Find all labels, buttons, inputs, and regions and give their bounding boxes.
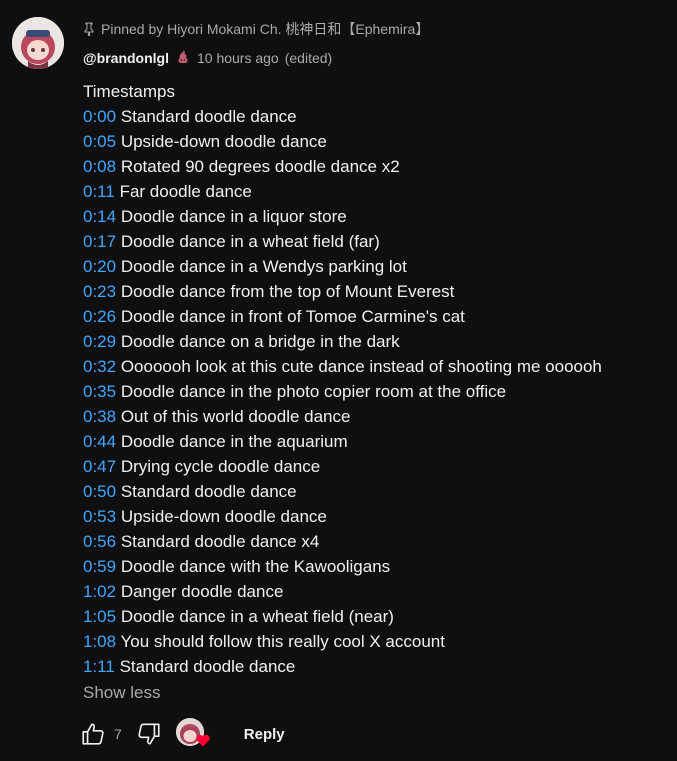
timestamp-list: 0:00 Standard doodle dance 0:05 Upside-do… [83,104,602,679]
timestamp-link[interactable]: 0:59 [83,557,116,576]
comment-time[interactable]: 10 hours ago [197,50,279,66]
timestamp-line: 0:35 Doodle dance in the photo copier ro… [83,379,602,404]
timestamp-link[interactable]: 1:11 [83,657,115,676]
thumbs-up-icon [82,723,104,745]
timestamp-link[interactable]: 0:50 [83,482,116,501]
timestamp-line: 0:53 Upside-down doodle dance [83,504,602,529]
timestamp-link[interactable]: 0:11 [83,182,115,201]
timestamp-line: 0:38 Out of this world doodle dance [83,404,602,429]
show-less-button[interactable]: Show less [83,683,160,703]
like-button[interactable] [78,719,108,749]
timestamp-line: 0:29 Doodle dance on a bridge in the dar… [83,329,602,354]
timestamp-line: 0:23 Doodle dance from the top of Mount … [83,279,602,304]
timestamp-description: Doodle dance in a wheat field (near) [120,607,394,626]
timestamp-description: Upside-down doodle dance [120,132,327,151]
timestamp-line: 0:08 Rotated 90 degrees doodle dance x2 [83,154,602,179]
timestamp-description: Standard doodle dance [119,657,296,676]
dislike-button[interactable] [134,719,164,749]
timestamp-description: Doodle dance on a bridge in the dark [120,332,400,351]
timestamp-description: Standard doodle dance [120,107,297,126]
comment-actions: 7 Reply [78,716,289,752]
timestamp-line: 0:47 Drying cycle doodle dance [83,454,602,479]
timestamp-link[interactable]: 0:29 [83,332,116,351]
thumbs-down-icon [138,723,160,745]
timestamp-link[interactable]: 1:05 [83,607,116,626]
timestamp-link[interactable]: 0:14 [83,207,116,226]
timestamp-line: 0:44 Doodle dance in the aquarium [83,429,602,454]
timestamp-line: 0:20 Doodle dance in a Wendys parking lo… [83,254,602,279]
timestamp-description: Doodle dance in front of Tomoe Carmine's… [120,307,465,326]
timestamp-link[interactable]: 1:02 [83,582,116,601]
timestamp-link[interactable]: 0:53 [83,507,116,526]
member-badge-icon [175,50,191,66]
heart-icon [196,734,210,752]
timestamp-description: Doodle dance from the top of Mount Evere… [120,282,455,301]
timestamp-description: Drying cycle doodle dance [120,457,321,476]
timestamp-description: Out of this world doodle dance [120,407,351,426]
author-handle[interactable]: @brandonlgl [83,50,169,66]
timestamp-line: 0:26 Doodle dance in front of Tomoe Carm… [83,304,602,329]
timestamp-link[interactable]: 0:35 [83,382,116,401]
timestamp-line: 1:05 Doodle dance in a wheat field (near… [83,604,602,629]
pinned-text: Pinned by Hiyori Mokami Ch. 桃神日和【Ephemir… [101,21,430,37]
timestamp-link[interactable]: 0:20 [83,257,116,276]
timestamp-description: You should follow this really cool X acc… [120,632,445,651]
timestamp-line: 1:02 Danger doodle dance [83,579,602,604]
timestamp-line: 0:59 Doodle dance with the Kawooligans [83,554,602,579]
timestamp-line: 0:00 Standard doodle dance [83,104,602,129]
pinned-indicator: Pinned by Hiyori Mokami Ch. 桃神日和【Ephemir… [83,19,429,39]
timestamp-link[interactable]: 1:08 [83,632,116,651]
timestamp-link[interactable]: 0:08 [83,157,116,176]
timestamp-description: Ooooooh look at this cute dance instead … [120,357,602,376]
timestamp-link[interactable]: 0:44 [83,432,116,451]
comment-intro: Timestamps [83,82,175,101]
timestamp-description: Doodle dance in a Wendys parking lot [120,257,407,276]
timestamp-description: Standard doodle dance [120,482,297,501]
comment-header: @brandonlgl 10 hours ago (edited) [83,50,332,66]
timestamp-link[interactable]: 0:56 [83,532,116,551]
timestamp-description: Far doodle dance [119,182,252,201]
timestamp-line: 0:05 Upside-down doodle dance [83,129,602,154]
timestamp-description: Rotated 90 degrees doodle dance x2 [120,157,400,176]
timestamp-description: Doodle dance in the photo copier room at… [120,382,507,401]
timestamp-description: Doodle dance in the aquarium [120,432,348,451]
timestamp-description: Standard doodle dance x4 [120,532,320,551]
timestamp-line: 1:11 Standard doodle dance [83,654,602,679]
pin-icon [83,22,95,36]
timestamp-link[interactable]: 0:47 [83,457,116,476]
timestamp-link[interactable]: 0:17 [83,232,116,251]
author-avatar[interactable] [12,17,64,69]
timestamp-link[interactable]: 0:00 [83,107,116,126]
timestamp-line: 0:14 Doodle dance in a liquor store [83,204,602,229]
edited-label: (edited) [284,50,333,66]
timestamp-line: 0:32 Ooooooh look at this cute dance ins… [83,354,602,379]
timestamp-line: 1:08 You should follow this really cool … [83,629,602,654]
reply-button[interactable]: Reply [240,720,289,749]
timestamp-link[interactable]: 0:23 [83,282,116,301]
timestamp-line: 0:56 Standard doodle dance x4 [83,529,602,554]
timestamp-description: Upside-down doodle dance [120,507,327,526]
timestamp-description: Doodle dance in a wheat field (far) [120,232,380,251]
timestamp-link[interactable]: 0:38 [83,407,116,426]
timestamp-line: 0:11 Far doodle dance [83,179,602,204]
timestamp-description: Doodle dance with the Kawooligans [120,557,391,576]
creator-heart [175,718,210,752]
timestamp-description: Doodle dance in a liquor store [120,207,347,226]
timestamp-link[interactable]: 0:05 [83,132,116,151]
comment-body: Timestamps 0:00 Standard doodle dance 0:0… [83,79,602,679]
avatar-illustration [12,17,64,69]
timestamp-description: Danger doodle dance [120,582,284,601]
timestamp-line: 0:50 Standard doodle dance [83,479,602,504]
timestamp-line: 0:17 Doodle dance in a wheat field (far) [83,229,602,254]
timestamp-link[interactable]: 0:26 [83,307,116,326]
timestamp-link[interactable]: 0:32 [83,357,116,376]
like-count: 7 [114,726,122,742]
